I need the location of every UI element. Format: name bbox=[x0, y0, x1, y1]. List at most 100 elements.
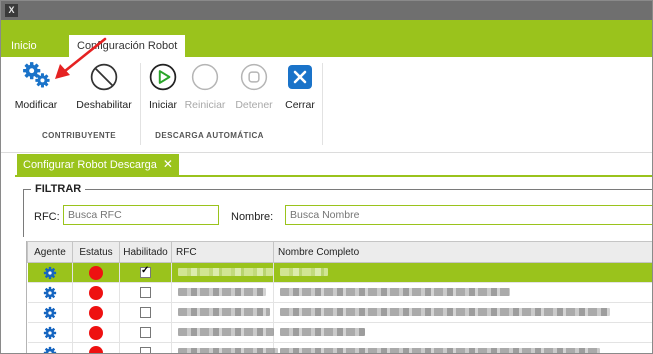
document-tab-label: Configurar Robot Descarga bbox=[23, 159, 157, 171]
table-row[interactable] bbox=[27, 262, 652, 283]
reiniciar-label: Reiniciar bbox=[184, 99, 226, 111]
agent-gear-icon[interactable] bbox=[43, 286, 57, 300]
column-header-nombre-completo[interactable]: Nombre Completo bbox=[273, 241, 652, 263]
tab-configuracion-robot[interactable]: Configuración Robot bbox=[69, 35, 186, 57]
cerrar-label: Cerrar bbox=[285, 99, 315, 111]
close-icon bbox=[288, 65, 312, 89]
table-row[interactable] bbox=[27, 322, 652, 343]
rfc-cell bbox=[171, 282, 274, 303]
ribbon: Modificar Deshabilitar Iniciar Reiniciar bbox=[1, 57, 652, 153]
redacted-name bbox=[280, 348, 600, 353]
nombre-search-input[interactable] bbox=[285, 205, 652, 225]
redacted-rfc bbox=[178, 328, 274, 337]
restart-icon bbox=[191, 63, 219, 91]
habilitado-checkbox[interactable] bbox=[140, 265, 151, 278]
status-dot bbox=[89, 345, 103, 353]
nombre-cell bbox=[273, 342, 652, 353]
app-logo-icon: X bbox=[5, 4, 18, 17]
redacted-name bbox=[280, 288, 510, 297]
status-dot bbox=[89, 265, 103, 280]
agente-cell[interactable] bbox=[27, 342, 73, 354]
redacted-name bbox=[280, 308, 610, 317]
agente-cell[interactable] bbox=[27, 302, 73, 323]
table-row[interactable] bbox=[27, 282, 652, 303]
filter-border bbox=[23, 189, 652, 190]
document-tab-close-icon[interactable]: ✕ bbox=[163, 157, 173, 171]
habilitado-checkbox[interactable] bbox=[140, 326, 151, 338]
modificar-label: Modificar bbox=[14, 99, 58, 111]
redacted-name bbox=[280, 268, 328, 277]
ribbon-separator bbox=[322, 63, 323, 145]
stop-icon bbox=[240, 63, 268, 91]
ribbon-separator bbox=[140, 63, 141, 145]
agente-cell[interactable] bbox=[27, 322, 73, 343]
habilitado-checkbox[interactable] bbox=[140, 346, 151, 353]
nombre-cell bbox=[273, 322, 652, 343]
habilitado-checkbox[interactable] bbox=[140, 306, 151, 318]
title-bar: X bbox=[1, 1, 652, 20]
habilitado-cell[interactable] bbox=[119, 342, 172, 353]
filter-group: FILTRAR RFC: Nombre: bbox=[23, 183, 652, 237]
agente-cell[interactable] bbox=[27, 262, 73, 283]
habilitado-cell[interactable] bbox=[119, 322, 172, 343]
estatus-cell bbox=[72, 282, 120, 303]
iniciar-label: Iniciar bbox=[148, 99, 177, 111]
play-icon bbox=[149, 63, 177, 91]
habilitado-cell[interactable] bbox=[119, 262, 172, 283]
robot-grid: Agente Estatus Habilitado RFC Nombre Com… bbox=[26, 241, 652, 354]
agent-gear-icon[interactable] bbox=[43, 326, 57, 340]
habilitado-cell[interactable] bbox=[119, 302, 172, 323]
table-row[interactable] bbox=[27, 342, 652, 354]
nombre-cell bbox=[273, 262, 652, 283]
detener-button[interactable]: Detener bbox=[230, 61, 278, 117]
column-header-estatus[interactable]: Estatus bbox=[72, 241, 120, 263]
redacted-rfc bbox=[178, 268, 273, 277]
estatus-cell bbox=[72, 342, 120, 353]
deshabilitar-button[interactable]: Deshabilitar bbox=[71, 61, 137, 117]
tab-inicio[interactable]: Inicio bbox=[9, 35, 39, 57]
nombre-label: Nombre: bbox=[231, 211, 274, 223]
rfc-search-input[interactable] bbox=[63, 205, 219, 225]
document-tab-strip: Configurar Robot Descarga ✕ bbox=[15, 153, 652, 177]
estatus-cell bbox=[72, 322, 120, 343]
estatus-cell bbox=[72, 302, 120, 323]
rfc-cell bbox=[171, 302, 274, 323]
nombre-cell bbox=[273, 302, 652, 323]
rfc-cell bbox=[171, 322, 274, 343]
nombre-cell bbox=[273, 282, 652, 303]
app-window: X Inicio Configuración Robot Modificar D… bbox=[0, 0, 653, 354]
modificar-button[interactable]: Modificar bbox=[3, 61, 69, 117]
status-dot bbox=[89, 305, 103, 320]
agent-gear-icon[interactable] bbox=[43, 306, 57, 320]
agent-gear-icon[interactable] bbox=[43, 266, 57, 280]
agent-gear-icon[interactable] bbox=[43, 346, 57, 354]
estatus-cell bbox=[72, 262, 120, 283]
redacted-rfc bbox=[178, 308, 270, 317]
reiniciar-button[interactable]: Reiniciar bbox=[181, 61, 229, 117]
filter-border bbox=[23, 189, 24, 237]
group-label-contribuyente: CONTRIBUYENTE bbox=[41, 131, 117, 140]
table-row[interactable] bbox=[27, 302, 652, 323]
agente-cell[interactable] bbox=[27, 282, 73, 303]
rfc-cell bbox=[171, 262, 274, 283]
column-header-habilitado[interactable]: Habilitado bbox=[119, 241, 172, 263]
group-label-descarga-automatica: DESCARGA AUTOMÁTICA bbox=[155, 131, 264, 140]
grid-header-row: Agente Estatus Habilitado RFC Nombre Com… bbox=[27, 241, 652, 263]
column-header-rfc[interactable]: RFC bbox=[171, 241, 274, 263]
habilitado-cell[interactable] bbox=[119, 282, 172, 303]
status-dot bbox=[89, 325, 103, 340]
redacted-rfc bbox=[178, 288, 266, 297]
redacted-rfc bbox=[178, 348, 278, 353]
habilitado-checkbox[interactable] bbox=[140, 286, 151, 298]
document-area: Configurar Robot Descarga ✕ FILTRAR RFC: … bbox=[1, 153, 652, 353]
gears-icon bbox=[23, 62, 50, 88]
document-tab-configurar-robot[interactable]: Configurar Robot Descarga ✕ bbox=[17, 154, 179, 175]
status-dot bbox=[89, 285, 103, 300]
redacted-name bbox=[280, 328, 365, 337]
iniciar-button[interactable]: Iniciar bbox=[143, 61, 183, 117]
cerrar-button[interactable]: Cerrar bbox=[282, 61, 318, 117]
deshabilitar-label: Deshabilitar bbox=[76, 99, 132, 111]
rfc-cell bbox=[171, 342, 278, 353]
column-header-agente[interactable]: Agente bbox=[27, 241, 73, 263]
main-tab-bar: Inicio Configuración Robot bbox=[1, 20, 652, 57]
